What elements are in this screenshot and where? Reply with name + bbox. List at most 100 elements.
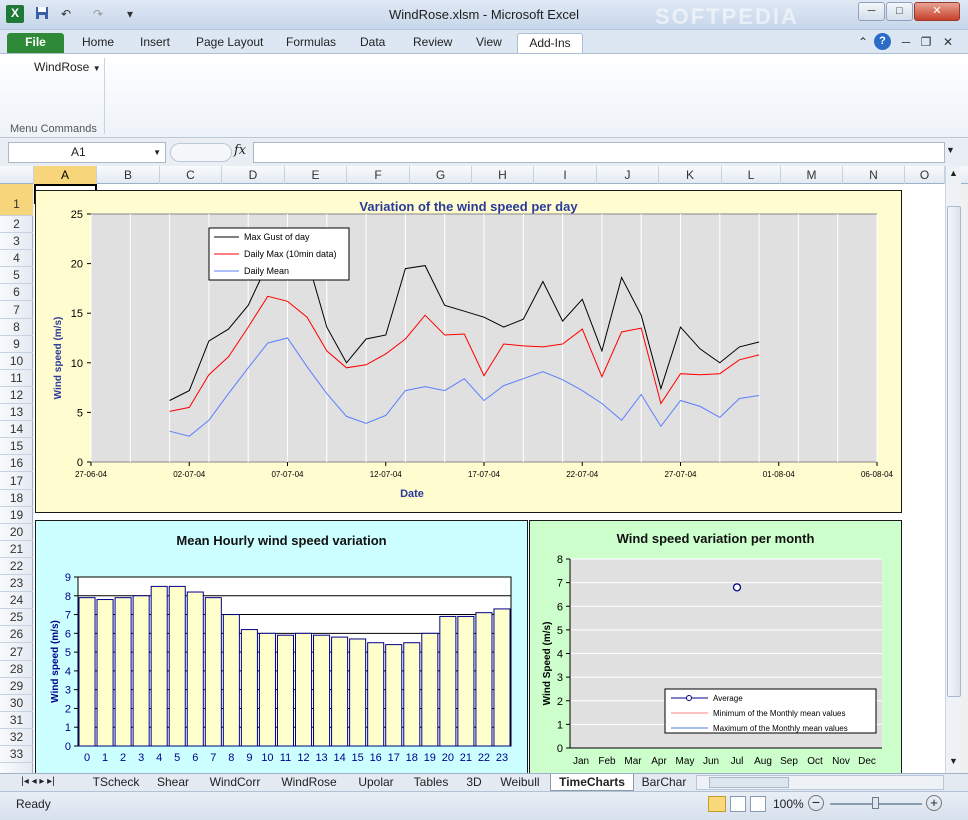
tab-view[interactable]: View xyxy=(466,33,512,53)
row-header[interactable]: 16 xyxy=(0,455,33,473)
name-box-dropdown-icon[interactable]: ▼ xyxy=(153,143,161,162)
normal-view-icon[interactable] xyxy=(708,796,726,812)
row-header[interactable]: 2 xyxy=(0,216,33,234)
hourly-wind-chart[interactable]: Mean Hourly wind speed variation 0123456… xyxy=(35,520,528,773)
row-header[interactable]: 22 xyxy=(0,558,33,576)
row-header[interactable]: 20 xyxy=(0,524,33,541)
zoom-in-icon[interactable]: + xyxy=(926,795,942,811)
sheet-tab[interactable]: WindRose xyxy=(274,774,344,791)
column-header[interactable]: F xyxy=(347,166,410,184)
formula-input[interactable] xyxy=(253,142,945,163)
column-header[interactable]: M xyxy=(781,166,843,184)
row-header[interactable]: 7 xyxy=(0,302,33,319)
row-header[interactable]: 17 xyxy=(0,473,33,490)
row-header[interactable]: 12 xyxy=(0,387,33,405)
expand-formula-bar-icon[interactable]: ▼ xyxy=(946,145,955,155)
row-header[interactable]: 18 xyxy=(0,490,33,507)
column-header[interactable]: O xyxy=(905,166,945,184)
sheet-nav-arrows[interactable]: |◂ ◂ ▸ ▸| xyxy=(8,774,68,791)
row-header[interactable]: 25 xyxy=(0,609,33,627)
workbook-restore-icon[interactable]: ❐ xyxy=(918,34,934,50)
select-all-corner[interactable] xyxy=(0,166,34,184)
row-header[interactable]: 24 xyxy=(0,592,33,610)
sheet-tab[interactable]: BarChar xyxy=(638,774,690,791)
row-header[interactable]: 30 xyxy=(0,695,33,712)
tab-home[interactable]: Home xyxy=(72,33,124,53)
help-icon[interactable]: ? xyxy=(874,33,891,50)
column-header[interactable]: E xyxy=(285,166,347,184)
name-box[interactable]: A1 ▼ xyxy=(8,142,166,163)
row-header[interactable]: 5 xyxy=(0,267,33,285)
row-header[interactable]: 13 xyxy=(0,404,33,422)
column-header[interactable]: I xyxy=(534,166,597,184)
row-header[interactable]: 31 xyxy=(0,712,33,729)
page-break-view-icon[interactable] xyxy=(750,796,766,812)
windrose-menu-button[interactable]: WindRose ▼ xyxy=(34,60,101,74)
minimize-ribbon-icon[interactable]: ⌃ xyxy=(855,34,871,50)
scroll-down-icon[interactable]: ▼ xyxy=(949,756,958,766)
row-header[interactable]: 9 xyxy=(0,336,33,353)
tab-data[interactable]: Data xyxy=(350,33,395,53)
row-header[interactable]: 19 xyxy=(0,507,33,524)
tab-page-layout[interactable]: Page Layout xyxy=(186,33,273,53)
row-header[interactable]: 8 xyxy=(0,319,33,336)
workbook-close-icon[interactable]: ✕ xyxy=(940,34,956,50)
row-header[interactable]: 15 xyxy=(0,438,33,456)
scroll-thumb[interactable] xyxy=(947,206,961,697)
row-header[interactable]: 10 xyxy=(0,353,33,370)
monthly-wind-chart[interactable]: Wind speed variation per month 012345678… xyxy=(529,520,902,773)
column-header[interactable]: J xyxy=(597,166,659,184)
column-header[interactable]: H xyxy=(472,166,534,184)
row-header[interactable]: 33 xyxy=(0,746,33,764)
workbook-minimize-icon[interactable]: ─ xyxy=(898,34,914,50)
row-header[interactable]: 23 xyxy=(0,575,33,593)
sheet-tab[interactable]: WindCorr xyxy=(200,774,270,791)
scroll-up-icon[interactable]: ▲ xyxy=(949,168,958,178)
page-layout-view-icon[interactable] xyxy=(730,796,746,812)
row-header[interactable]: 27 xyxy=(0,644,33,661)
tab-insert[interactable]: Insert xyxy=(130,33,180,53)
sheet-tab[interactable]: Tables xyxy=(405,774,457,791)
sheet-tab[interactable]: TScheck xyxy=(84,774,148,791)
sheet-tab[interactable]: Weibull xyxy=(492,774,548,791)
row-header[interactable]: 4 xyxy=(0,250,33,268)
row-header[interactable]: 21 xyxy=(0,541,33,558)
column-header[interactable]: K xyxy=(659,166,722,184)
row-header[interactable]: 32 xyxy=(0,729,33,747)
row-header[interactable]: 3 xyxy=(0,233,33,251)
column-header[interactable]: B xyxy=(97,166,160,184)
column-header[interactable]: G xyxy=(410,166,472,184)
close-button[interactable]: ✕ xyxy=(914,2,960,21)
tab-formulas[interactable]: Formulas xyxy=(276,33,346,53)
row-header[interactable]: 28 xyxy=(0,661,33,678)
column-header[interactable]: N xyxy=(843,166,905,184)
horizontal-scroll-thumb[interactable] xyxy=(709,777,789,788)
worksheet[interactable]: Variation of the wind speed per day 0 5 10… xyxy=(34,184,945,773)
row-header[interactable]: 6 xyxy=(0,284,33,302)
row-header[interactable]: 26 xyxy=(0,626,33,644)
daily-wind-chart[interactable]: Variation of the wind speed per day 0 5 10… xyxy=(35,190,902,513)
row-header[interactable]: 11 xyxy=(0,370,33,387)
insert-function-icon[interactable]: fx xyxy=(234,143,246,158)
sheet-tab-active[interactable]: TimeCharts xyxy=(550,774,634,791)
sheet-tab[interactable]: Upolar xyxy=(350,774,402,791)
minimize-button[interactable]: ─ xyxy=(858,2,885,21)
zoom-level[interactable]: 100% xyxy=(773,797,804,811)
sheet-tab[interactable]: 3D xyxy=(458,774,490,791)
row-header[interactable]: 1 xyxy=(0,184,33,216)
tab-add-ins[interactable]: Add-Ins xyxy=(517,33,583,53)
column-header[interactable]: D xyxy=(222,166,285,184)
vertical-scrollbar[interactable]: ▲ ▼ xyxy=(945,166,961,773)
column-header[interactable]: A xyxy=(34,166,97,184)
horizontal-scrollbar[interactable] xyxy=(696,775,944,790)
zoom-out-icon[interactable]: − xyxy=(808,795,824,811)
formula-bar-splitter[interactable] xyxy=(170,143,232,162)
maximize-button[interactable]: □ xyxy=(886,2,913,21)
column-header[interactable]: C xyxy=(160,166,222,184)
sheet-tab[interactable]: Shear xyxy=(150,774,196,791)
tab-file[interactable]: File xyxy=(7,33,64,53)
column-header[interactable]: L xyxy=(722,166,781,184)
row-header[interactable]: 14 xyxy=(0,421,33,439)
zoom-slider-thumb[interactable] xyxy=(872,797,879,809)
row-header[interactable]: 29 xyxy=(0,678,33,695)
